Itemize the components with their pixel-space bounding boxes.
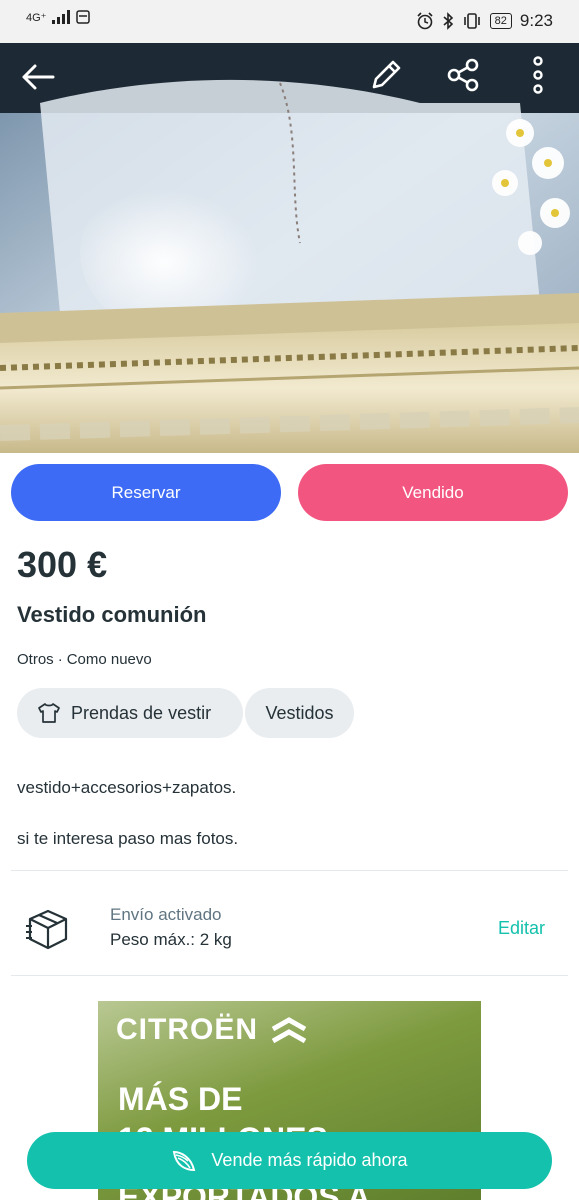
sim-card-icon xyxy=(76,10,91,24)
category-label: Otros xyxy=(17,651,54,668)
divider xyxy=(11,870,568,871)
network-indicator: 4G⁺ xyxy=(26,11,47,24)
wing-icon xyxy=(173,1150,196,1171)
ad-brand-text: CITROËN xyxy=(116,1013,258,1046)
status-right: 82 9:23 xyxy=(416,11,553,31)
description-line: si te interesa paso mas fotos. xyxy=(17,829,239,848)
clock: 9:23 xyxy=(519,11,553,30)
share-button[interactable] xyxy=(443,55,483,95)
status-bar: 4G⁺ 82 9:23 xyxy=(0,0,579,43)
product-photo-illustration xyxy=(0,43,579,453)
sell-faster-button[interactable]: Vende más rápido ahora xyxy=(27,1132,552,1189)
back-button[interactable] xyxy=(18,57,58,97)
separator-dot: · xyxy=(57,651,63,668)
alarm-icon xyxy=(417,12,433,30)
more-options-button[interactable] xyxy=(518,55,558,95)
battery-indicator: 82 xyxy=(489,13,512,29)
condition-label: Como nuevo xyxy=(66,651,152,668)
shipping-status: Envío activado xyxy=(110,905,222,924)
citroen-chevron-icon xyxy=(272,1017,307,1044)
chip-prendas-de-vestir[interactable]: Prendas de vestir xyxy=(17,688,243,738)
sell-faster-label: Vende más rápido ahora xyxy=(211,1150,408,1170)
sold-button[interactable]: Vendido xyxy=(298,464,568,521)
price: 300 € xyxy=(17,544,108,585)
reserve-button[interactable]: Reservar xyxy=(11,464,281,521)
category-condition: Otros · Como nuevo xyxy=(17,651,152,668)
chip-vestidos[interactable]: Vestidos xyxy=(245,688,354,738)
shipping-weight: Peso máx.: 2 kg xyxy=(110,930,232,949)
chip-label: Prendas de vestir xyxy=(71,702,212,723)
kebab-menu-icon xyxy=(533,56,543,94)
package-icon xyxy=(26,909,68,950)
chip-label: Vestidos xyxy=(265,702,334,723)
edit-button[interactable] xyxy=(366,55,406,95)
share-icon xyxy=(447,58,479,92)
vibrate-icon xyxy=(463,13,480,29)
listing-title: Vestido comunión xyxy=(17,602,207,627)
ad-brand: CITROËN xyxy=(116,1013,307,1047)
product-photo[interactable] xyxy=(0,43,579,453)
bluetooth-icon xyxy=(443,12,453,30)
shirt-icon xyxy=(38,703,60,723)
pencil-icon xyxy=(372,60,401,89)
arrow-left-icon xyxy=(22,64,55,90)
ad-text-line: MÁS DE xyxy=(118,1081,243,1117)
divider xyxy=(11,975,568,976)
status-left: 4G⁺ xyxy=(26,10,91,24)
description-line: vestido+accesorios+zapatos. xyxy=(17,778,237,797)
edit-shipping-link[interactable]: Editar xyxy=(498,918,545,939)
signal-icon xyxy=(52,10,71,24)
